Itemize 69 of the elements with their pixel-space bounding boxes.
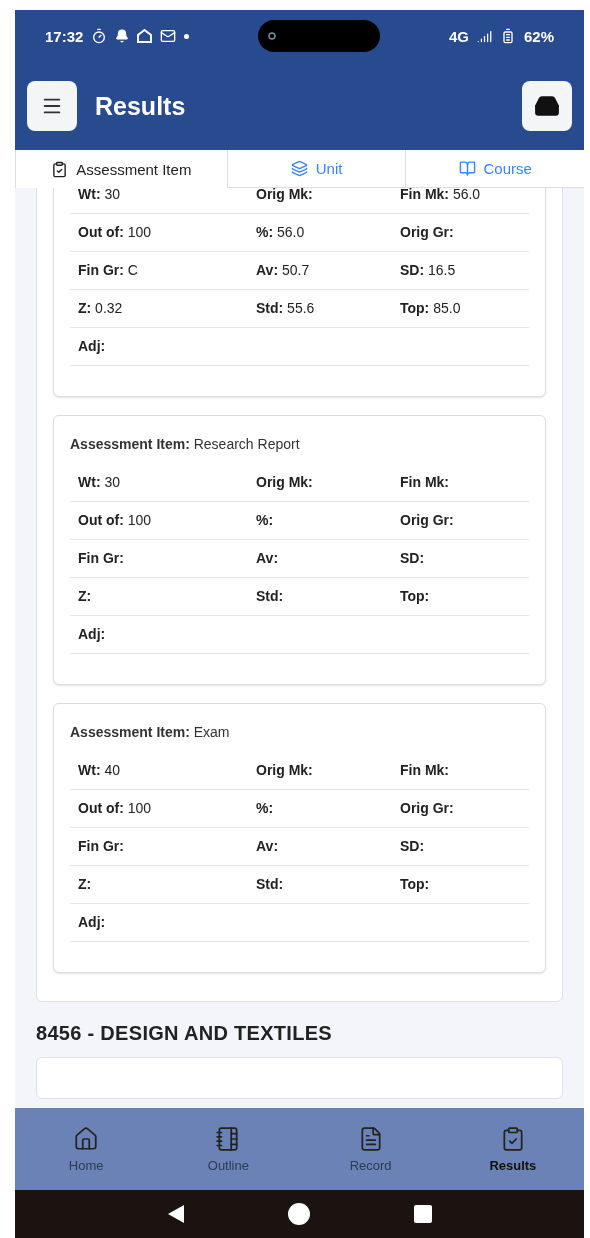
result-field: Wt: 30	[70, 464, 248, 502]
result-field: Z:	[70, 578, 248, 616]
result-field: Fin Gr:	[70, 828, 248, 866]
bell-icon	[115, 29, 130, 43]
camera-icon	[268, 32, 277, 40]
result-field: Orig Gr:	[392, 214, 529, 252]
result-field: Top:	[392, 866, 529, 904]
result-field: Adj:	[70, 616, 248, 654]
clipboard-icon	[51, 160, 69, 178]
result-field: Out of: 100	[70, 502, 248, 540]
status-time: 17:32	[45, 27, 84, 45]
card-title: Assessment Item: Research Report	[70, 436, 301, 452]
result-field: Z:	[70, 866, 248, 904]
result-field: Orig Gr:	[392, 790, 529, 828]
home-circle-icon[interactable]	[288, 1203, 311, 1225]
home-outline-icon	[137, 29, 153, 43]
result-field: Z: 0.32	[70, 290, 248, 328]
home-icon	[73, 1125, 100, 1152]
course-heading: 8456 - DESIGN AND TEXTILES	[36, 1022, 333, 1045]
card-title: Assessment Item: Exam	[70, 724, 231, 740]
result-field: %:	[248, 502, 392, 540]
nav-item[interactable]: Outline	[157, 1108, 300, 1190]
result-field: SD:	[392, 540, 529, 578]
recents-icon[interactable]	[414, 1205, 433, 1223]
book-icon	[458, 160, 476, 177]
result-field: Adj:	[70, 904, 248, 942]
network-label: 4G	[448, 27, 469, 45]
mail-icon	[160, 28, 177, 44]
layers-icon	[290, 160, 308, 177]
result-field: Std:	[248, 578, 392, 616]
result-field: %:	[248, 790, 392, 828]
result-field: Std:	[248, 866, 392, 904]
tab[interactable]: Unit	[226, 150, 406, 188]
result-field: Av: 50.7	[248, 252, 392, 290]
result-field: Orig Gr:	[392, 502, 529, 540]
inbox-button[interactable]	[522, 81, 572, 131]
result-field: Av:	[248, 828, 392, 866]
result-field: Fin Mk: 56.0	[392, 188, 529, 214]
menu-button[interactable]	[27, 81, 77, 131]
result-field: Orig Mk:	[248, 752, 392, 790]
page-title: Results	[95, 91, 187, 121]
tab[interactable]: Course	[405, 150, 584, 188]
back-icon[interactable]	[166, 1204, 185, 1224]
result-field: Fin Gr:	[70, 540, 248, 578]
dot-icon	[184, 33, 190, 39]
inbox-icon	[534, 93, 560, 119]
result-field: Out of: 100	[70, 790, 248, 828]
nav-item[interactable]: Results	[441, 1108, 584, 1190]
result-field: Std: 55.6	[248, 290, 392, 328]
result-field: SD: 16.5	[392, 252, 529, 290]
signal-icon	[476, 28, 492, 44]
result-field: %: 56.0	[248, 214, 392, 252]
nav-item[interactable]: Home	[15, 1108, 158, 1190]
result-field: Out of: 100	[70, 214, 248, 252]
result-field: Wt: 40	[70, 752, 248, 790]
result-field: Wt: 30	[70, 188, 248, 214]
result-field: SD:	[392, 828, 529, 866]
result-field: Fin Mk:	[392, 464, 529, 502]
nav-item[interactable]: Record	[299, 1108, 442, 1190]
result-field: Top:	[392, 578, 529, 616]
battery-label: 62%	[523, 27, 554, 45]
result-field: Adj:	[70, 328, 248, 366]
result-field: Av:	[248, 540, 392, 578]
result-field: Orig Mk:	[248, 188, 392, 214]
result-field: Fin Mk:	[392, 752, 529, 790]
result-field: Top: 85.0	[392, 290, 529, 328]
result-field: Fin Gr: C	[70, 252, 248, 290]
timer-icon	[91, 28, 108, 44]
result-field: Orig Mk:	[248, 464, 392, 502]
